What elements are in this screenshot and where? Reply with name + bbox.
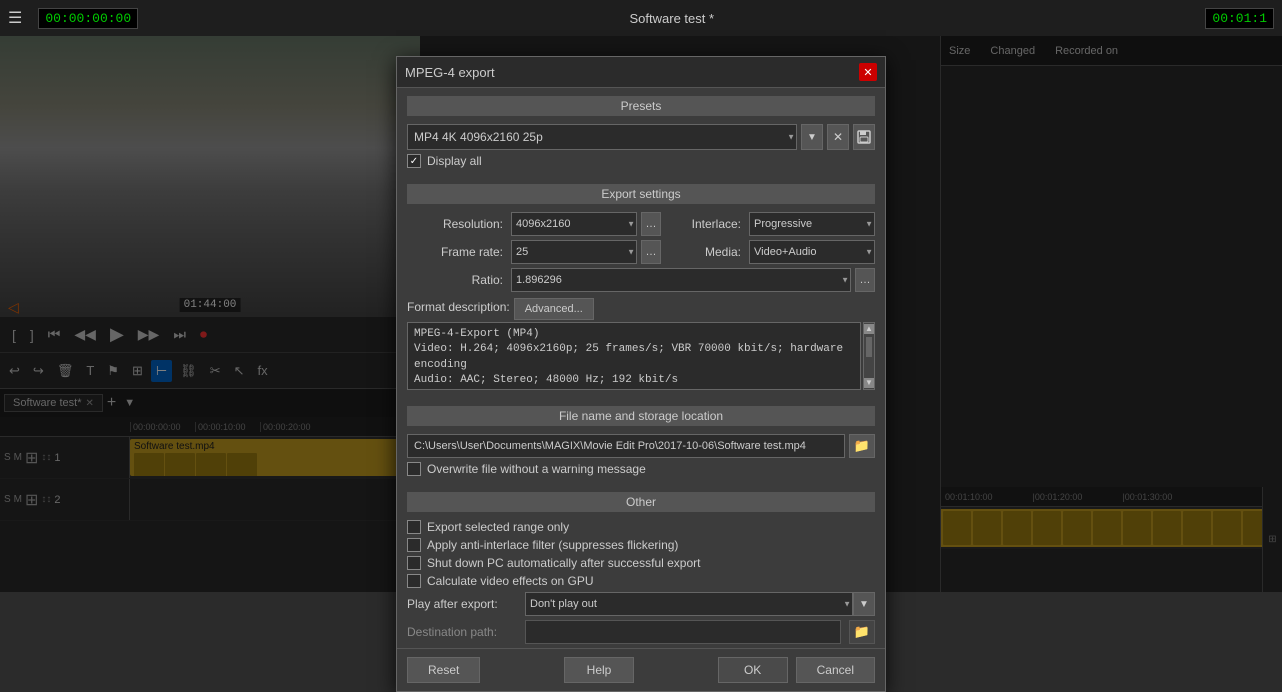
export-settings-header: Export settings [407,184,875,204]
dest-path-input[interactable] [525,620,841,644]
dialog-btns-right: OK Cancel [718,657,875,683]
filepath-input[interactable] [407,434,845,458]
framerate-more-btn[interactable]: … [641,240,661,264]
export-selected-label: Export selected range only [427,520,569,534]
interlace-select[interactable]: Progressive [749,212,875,236]
play-after-wrapper: Don't play out [525,592,853,616]
format-desc-text[interactable]: MPEG-4-Export (MP4) Video: H.264; 4096x2… [407,322,861,390]
ratio-select[interactable]: 1.896296 [511,268,851,292]
dest-browse-btn[interactable]: 📁 [849,620,875,644]
play-after-label: Play after export: [407,597,517,611]
dialog-buttons: Reset Help OK Cancel [397,648,885,691]
menu-icon[interactable]: ☰ [8,8,22,28]
presets-row: MP4 4K 4096x2160 25p ▼ ✕ [407,124,875,150]
advanced-btn[interactable]: Advanced... [514,298,594,320]
media-label: Media: [665,245,745,259]
shutdown-row: Shut down PC automatically after success… [407,556,875,570]
scrollbar-thumb [866,337,872,357]
anti-interlace-checkbox[interactable] [407,538,421,552]
export-settings-section: Export settings Resolution: 4096x2160 [397,176,885,398]
media-wrapper: Video+Audio [749,240,875,264]
shutdown-label: Shut down PC automatically after success… [427,556,700,570]
ratio-label: Ratio: [407,273,507,287]
display-all-checkbox[interactable] [407,154,421,168]
preset-select[interactable]: MP4 4K 4096x2160 25p [407,124,797,150]
filepath-browse-btn[interactable]: 📁 [849,434,875,458]
frame-rate-label: Frame rate: [407,245,507,259]
media-select[interactable]: Video+Audio [749,240,875,264]
shutdown-checkbox[interactable] [407,556,421,570]
dest-path-label: Destination path: [407,625,517,639]
interlace-wrapper: Progressive [749,212,875,236]
resolution-label: Resolution: [407,217,507,231]
display-all-row: Display all [407,154,875,168]
play-after-select-group: Don't play out ▼ [525,592,875,616]
help-btn[interactable]: Help [564,657,634,683]
ok-btn[interactable]: OK [718,657,788,683]
framerate-group: 25 [511,240,637,264]
format-desc-label: Format description: [407,298,510,314]
top-bar: ☰ 00:00:00:00 Software test * 00:01:1 [0,0,1282,36]
framerate-wrapper: 25 [511,240,637,264]
file-location-header: File name and storage location [407,406,875,426]
format-desc-scrollbar[interactable]: ▲ ▼ [863,322,875,390]
preset-save-btn[interactable] [853,124,875,150]
main-area: 01:44:00 ◁ [ ] ⏮ ◀◀ ▶ ▶▶ ⏭ ⏺ ↩ ↪ 🗑 T ⚑ [0,36,1282,592]
presets-header: Presets [407,96,875,116]
filepath-row: 📁 [407,434,875,458]
app-background: ☰ 00:00:00:00 Software test * 00:01:1 01… [0,0,1282,592]
play-after-row: Play after export: Don't play out ▼ [407,592,875,616]
framerate-select[interactable]: 25 [511,240,637,264]
anti-interlace-row: Apply anti-interlace filter (suppresses … [407,538,875,552]
resolution-select[interactable]: 4096x2160 [511,212,637,236]
cancel-btn[interactable]: Cancel [796,657,875,683]
project-title: Software test * [154,11,1189,26]
file-location-section: File name and storage location 📁 Overwri… [397,398,885,484]
ratio-wrapper: 1.896296 [511,268,851,292]
other-header: Other [407,492,875,512]
anti-interlace-label: Apply anti-interlace filter (suppresses … [427,538,678,552]
preset-dropdown-btn[interactable]: ▼ [801,124,823,150]
gpu-checkbox[interactable] [407,574,421,588]
presets-section: Presets MP4 4K 4096x2160 25p ▼ ✕ [397,88,885,176]
interlace-label: Interlace: [665,217,745,231]
reset-btn[interactable]: Reset [407,657,480,683]
dest-path-row: Destination path: 📁 [407,620,875,644]
save-icon [857,130,871,144]
export-selected-row: Export selected range only [407,520,875,534]
ratio-more-btn[interactable]: … [855,268,875,292]
play-after-dropdown-btn[interactable]: ▼ [853,592,875,616]
dialog-close-btn[interactable]: ✕ [859,63,877,81]
resolution-group: 4096x2160 [511,212,637,236]
overwrite-label: Overwrite file without a warning message [427,462,646,476]
resolution-more-btn[interactable]: … [641,212,661,236]
overwrite-row: Overwrite file without a warning message [407,462,875,476]
export-dialog: MPEG-4 export ✕ Presets MP4 4K 4096x2160… [396,56,886,692]
timecode-left: 00:00:00:00 [38,8,138,29]
preset-select-wrapper: MP4 4K 4096x2160 25p [407,124,797,150]
gpu-label: Calculate video effects on GPU [427,574,594,588]
preset-delete-btn[interactable]: ✕ [827,124,849,150]
display-all-label: Display all [427,154,482,168]
settings-grid: Resolution: 4096x2160 … Interlace: [407,212,875,264]
export-selected-checkbox[interactable] [407,520,421,534]
timecode-right: 00:01:1 [1205,8,1274,29]
dialog-overlay: MPEG-4 export ✕ Presets MP4 4K 4096x2160… [0,36,1282,592]
ratio-row: Ratio: 1.896296 … [407,268,875,292]
dialog-titlebar: MPEG-4 export ✕ [397,57,885,88]
other-section: Other Export selected range only Apply a… [397,484,885,648]
dialog-title: MPEG-4 export [405,65,495,80]
gpu-row: Calculate video effects on GPU [407,574,875,588]
format-desc-row: Format description: Advanced... [407,298,875,320]
overwrite-checkbox[interactable] [407,462,421,476]
format-desc-area: MPEG-4-Export (MP4) Video: H.264; 4096x2… [407,322,875,390]
play-after-select[interactable]: Don't play out [525,592,853,616]
resolution-wrapper: 4096x2160 [511,212,637,236]
